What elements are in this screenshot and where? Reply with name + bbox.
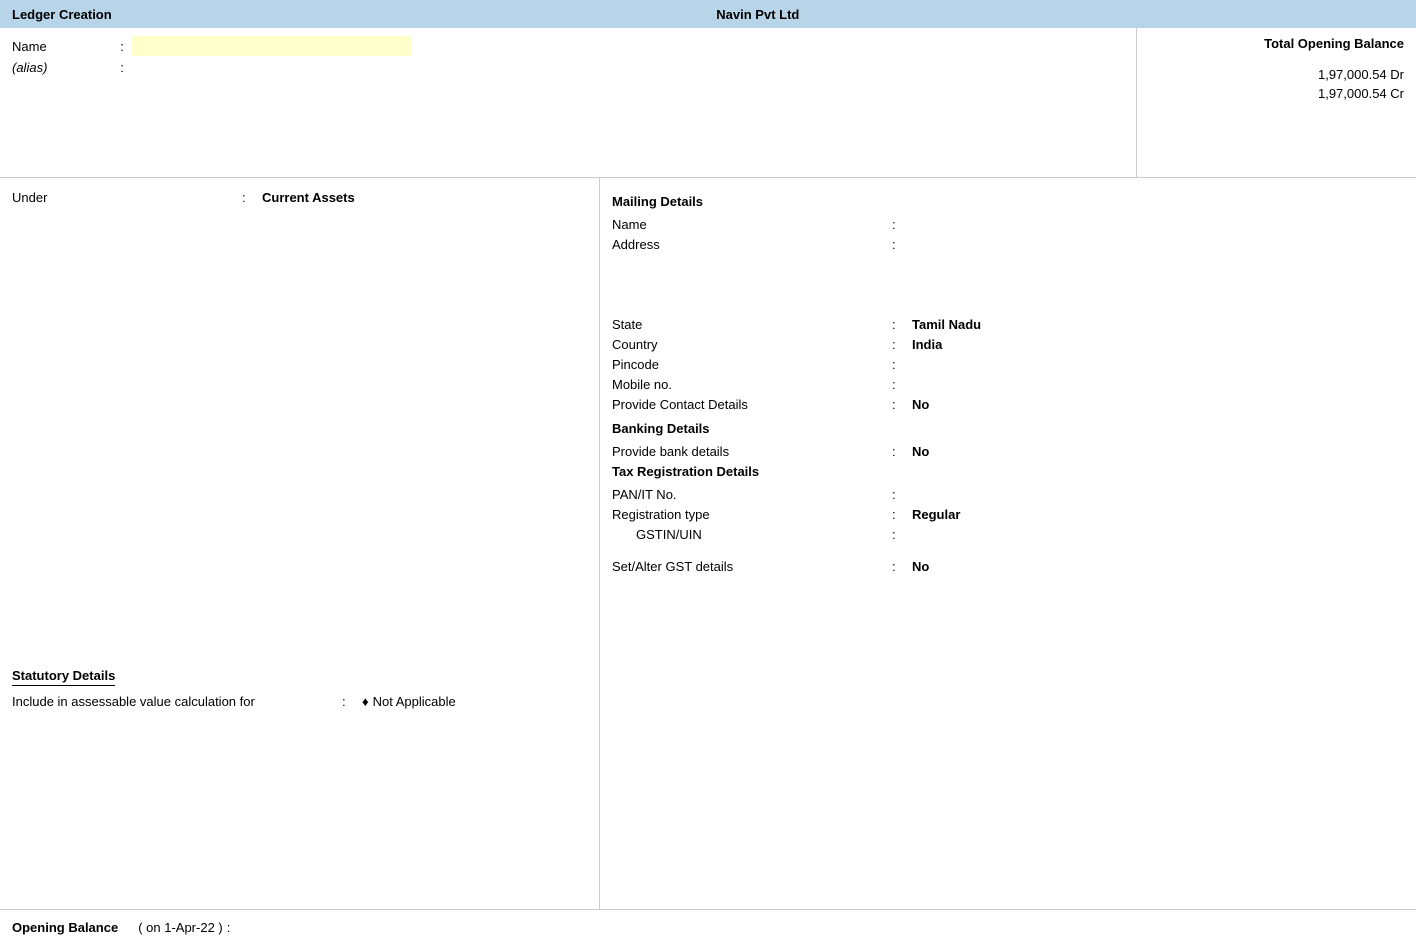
reg-type-value: Regular (912, 507, 960, 522)
mailing-address-colon: : (892, 237, 912, 252)
state-value: Tamil Nadu (912, 317, 981, 332)
opening-balance-panel: Total Opening Balance 1,97,000.54 Dr 1,9… (1136, 28, 1416, 177)
mobile-row: Mobile no. : (612, 375, 1404, 393)
tax-reg-title: Tax Registration Details (612, 464, 1404, 479)
pan-label: PAN/IT No. (612, 487, 892, 502)
bottom-bar: Opening Balance ( on 1-Apr-22 ) : (0, 909, 1416, 945)
mailing-name-colon: : (892, 217, 912, 232)
main-content: Under : Current Assets Statutory Details… (0, 178, 1416, 909)
include-row: Include in assessable value calculation … (12, 694, 587, 709)
gstin-label: GSTIN/UIN (636, 527, 892, 542)
under-label: Under (12, 190, 242, 205)
opening-balance-label: Opening Balance (12, 920, 118, 935)
include-colon: : (342, 694, 362, 709)
on-date-label: ( on 1-Apr-22 ) (138, 920, 223, 935)
address-spacer (612, 255, 1404, 315)
mobile-colon: : (892, 377, 912, 392)
include-label: Include in assessable value calculation … (12, 694, 342, 709)
country-row: Country : India (612, 335, 1404, 353)
pincode-label: Pincode (612, 357, 892, 372)
top-left-fields: Name : (alias) : (0, 28, 1136, 177)
balance-dr: 1,97,000.54 Dr (1149, 67, 1404, 82)
mailing-title: Mailing Details (612, 194, 1404, 209)
statutory-title: Statutory Details (12, 668, 115, 686)
mailing-address-label: Address (612, 237, 892, 252)
set-alter-value: No (912, 559, 929, 574)
banking-title: Banking Details (612, 421, 1404, 436)
mailing-address-row: Address : (612, 235, 1404, 253)
pincode-colon: : (892, 357, 912, 372)
title-bar: Ledger Creation Navin Pvt Ltd (0, 0, 1416, 28)
mailing-name-label: Name (612, 217, 892, 232)
tax-reg-section: Tax Registration Details PAN/IT No. : Re… (612, 464, 1404, 575)
include-value: ♦Not Applicable (362, 694, 456, 709)
set-alter-colon: : (892, 559, 912, 574)
balance-cr: 1,97,000.54 Cr (1149, 86, 1404, 101)
gstin-colon: : (892, 527, 912, 542)
reg-type-label: Registration type (612, 507, 892, 522)
reg-type-colon: : (892, 507, 912, 522)
name-field-row: Name : (12, 36, 1124, 56)
title-left: Ledger Creation (12, 7, 112, 22)
provide-contact-row: Provide Contact Details : No (612, 395, 1404, 413)
under-value: Current Assets (262, 190, 355, 205)
alias-colon: : (112, 60, 132, 75)
name-colon: : (112, 39, 132, 54)
pan-colon: : (892, 487, 912, 502)
left-panel: Under : Current Assets Statutory Details… (0, 178, 600, 909)
alias-field-row: (alias) : (12, 60, 1124, 75)
alias-label: (alias) (12, 60, 112, 75)
top-section: Name : (alias) : Total Opening Balance 1… (0, 28, 1416, 178)
provide-bank-label: Provide bank details (612, 444, 892, 459)
provide-bank-colon: : (892, 444, 912, 459)
provide-bank-row: Provide bank details : No (612, 442, 1404, 460)
statutory-details: Statutory Details Include in assessable … (12, 668, 587, 709)
name-input[interactable] (132, 36, 412, 56)
state-row: State : Tamil Nadu (612, 315, 1404, 333)
state-colon: : (892, 317, 912, 332)
country-label: Country (612, 337, 892, 352)
state-label: State (612, 317, 892, 332)
gstin-row: GSTIN/UIN : (612, 525, 1404, 543)
reg-type-row: Registration type : Regular (612, 505, 1404, 523)
country-value: India (912, 337, 942, 352)
mobile-label: Mobile no. (612, 377, 892, 392)
banking-section: Banking Details Provide bank details : N… (612, 421, 1404, 460)
opening-balance-title: Total Opening Balance (1149, 36, 1404, 51)
title-center: Navin Pvt Ltd (112, 7, 1404, 22)
under-row: Under : Current Assets (12, 190, 587, 205)
pincode-row: Pincode : (612, 355, 1404, 373)
bottom-colon: : (227, 920, 231, 935)
spacer (612, 545, 1404, 557)
diamond-icon: ♦ (362, 694, 369, 709)
provide-bank-value: No (912, 444, 929, 459)
provide-contact-value: No (912, 397, 929, 412)
provide-contact-label: Provide Contact Details (612, 397, 892, 412)
set-alter-row: Set/Alter GST details : No (612, 557, 1404, 575)
country-colon: : (892, 337, 912, 352)
pan-row: PAN/IT No. : (612, 485, 1404, 503)
name-label: Name (12, 39, 112, 54)
mailing-name-row: Name : (612, 215, 1404, 233)
under-colon: : (242, 190, 262, 205)
set-alter-label: Set/Alter GST details (612, 559, 892, 574)
right-panel: Mailing Details Name : Address : State :… (600, 178, 1416, 909)
provide-contact-colon: : (892, 397, 912, 412)
